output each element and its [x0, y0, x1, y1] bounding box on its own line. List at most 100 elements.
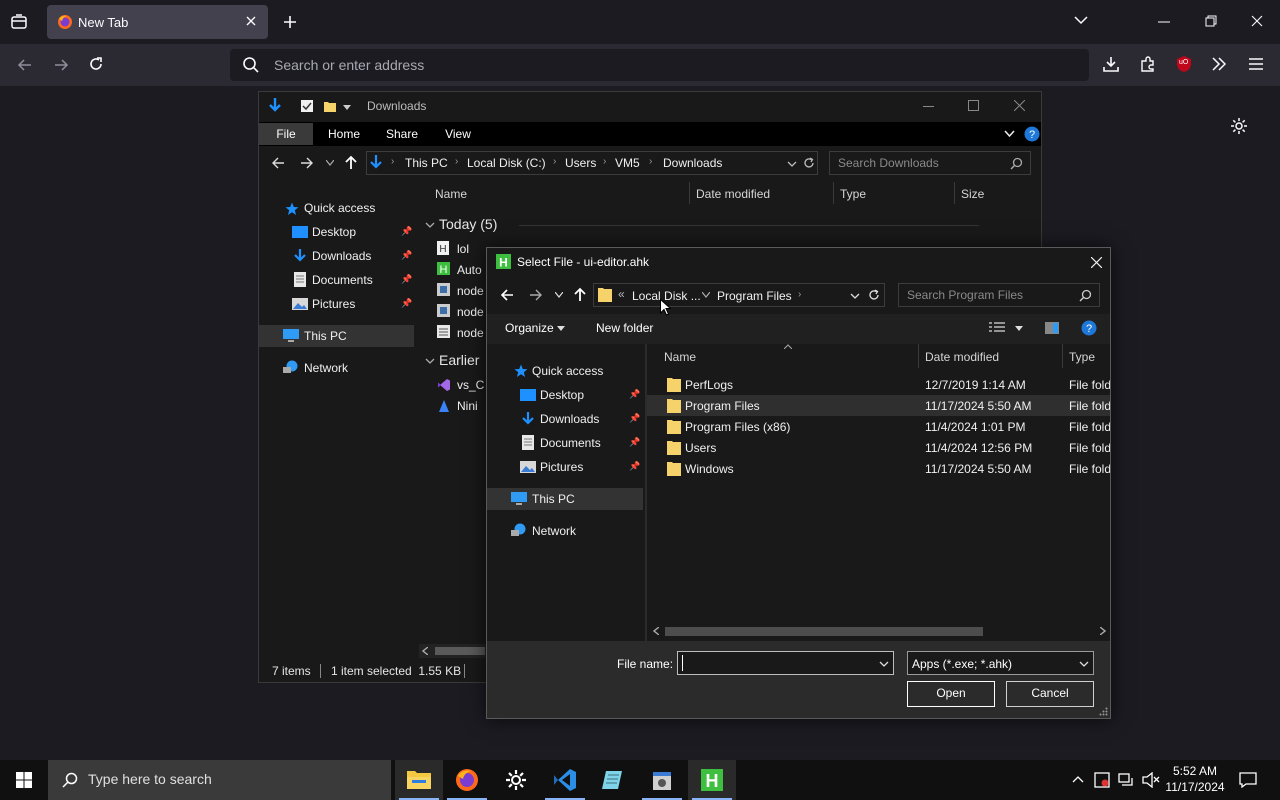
chevron-down-icon[interactable] [1015, 326, 1023, 331]
nav-this-pc[interactable]: This PC [532, 492, 575, 506]
dialog-search-input[interactable] [907, 288, 1067, 302]
breadcrumb-dropdown-icon[interactable] [702, 292, 710, 298]
list-item[interactable]: node [457, 305, 484, 319]
group-earlier[interactable]: Earlier [439, 352, 479, 368]
dialog-search[interactable] [898, 283, 1100, 307]
firefox-app[interactable] [443, 760, 491, 800]
nav-quick-access[interactable]: Quick access [532, 364, 603, 378]
nav-desktop[interactable]: Desktop [312, 225, 356, 239]
close-icon[interactable] [1091, 257, 1102, 268]
ribbon-tab-home[interactable]: Home [319, 123, 369, 145]
column-type[interactable]: Type [840, 187, 866, 201]
list-all-tabs-icon[interactable] [1074, 15, 1088, 25]
refresh-icon[interactable] [868, 289, 880, 301]
forward-icon[interactable] [52, 56, 70, 74]
nav-downloads[interactable]: Downloads [312, 249, 371, 263]
close-icon[interactable] [1014, 100, 1025, 111]
folder-icon[interactable] [323, 99, 337, 113]
chevron-down-icon[interactable] [1079, 661, 1089, 668]
ribbon-tab-view[interactable]: View [433, 123, 483, 145]
taskbar-search[interactable] [48, 760, 391, 800]
tab-list-icon[interactable] [10, 13, 28, 31]
breadcrumb-program-files[interactable]: Program Files [717, 289, 792, 303]
file-type-filter[interactable]: Apps (*.exe; *.ahk) [907, 651, 1094, 675]
new-tab-icon[interactable] [282, 14, 298, 30]
settings-app[interactable] [492, 760, 540, 800]
extensions-icon[interactable] [1139, 55, 1157, 73]
address-history-icon[interactable] [850, 293, 860, 300]
volume-muted-icon[interactable] [1142, 772, 1160, 788]
network-icon[interactable] [1118, 772, 1134, 788]
nav-downloads[interactable]: Downloads [540, 412, 599, 426]
expand-ribbon-icon[interactable] [1004, 130, 1015, 137]
taskbar-clock[interactable]: 5:52 AM 11/17/2024 [1160, 763, 1230, 795]
back-icon[interactable] [16, 56, 34, 74]
scroll-right-icon[interactable] [1100, 627, 1106, 635]
tab-new-tab[interactable]: New Tab [47, 5, 268, 39]
recent-locations-icon[interactable] [326, 160, 334, 166]
up-icon[interactable] [345, 155, 357, 169]
forward-icon[interactable] [529, 288, 543, 302]
nav-pictures[interactable]: Pictures [312, 297, 355, 311]
table-row[interactable]: Program Files 11/17/2024 5:50 AM File fo… [647, 395, 1110, 416]
gear-icon[interactable] [1230, 117, 1248, 135]
explorer-search-input[interactable] [838, 156, 998, 170]
vscode-app[interactable] [541, 760, 589, 800]
ribbon-tab-share[interactable]: Share [377, 123, 427, 145]
url-input[interactable] [274, 56, 1054, 74]
group-today[interactable]: Today (5) [439, 216, 497, 232]
nav-pictures[interactable]: Pictures [540, 460, 583, 474]
organize-button[interactable]: Organize [505, 321, 554, 335]
app-builder-app[interactable] [638, 760, 686, 800]
column-name[interactable]: Name [664, 350, 696, 364]
chevron-down-icon[interactable] [557, 326, 565, 331]
customize-dropdown-icon[interactable] [343, 105, 351, 111]
list-item[interactable]: node [457, 284, 484, 298]
windows-start-icon[interactable] [16, 772, 32, 788]
list-item[interactable]: lol [457, 242, 469, 256]
more-tools-icon[interactable] [1211, 56, 1227, 72]
back-icon[interactable] [271, 156, 285, 170]
reload-icon[interactable] [87, 55, 105, 73]
cancel-button[interactable]: Cancel [1006, 681, 1094, 707]
list-item[interactable]: Auto [457, 263, 482, 277]
preview-pane-icon[interactable] [1045, 322, 1059, 334]
table-row[interactable]: PerfLogs 12/7/2019 1:14 AM File fold [647, 374, 1110, 395]
address-bar[interactable]: › This PC › Local Disk (C:) › Users › VM… [366, 151, 818, 175]
list-item[interactable]: node [457, 326, 484, 340]
forward-icon[interactable] [300, 156, 314, 170]
minimize-icon[interactable] [923, 106, 934, 107]
open-button[interactable]: Open [907, 681, 995, 707]
url-bar[interactable] [230, 49, 1089, 81]
notification-icon[interactable] [1239, 772, 1257, 788]
refresh-icon[interactable] [803, 157, 815, 169]
up-icon[interactable] [574, 287, 586, 301]
nav-desktop[interactable]: Desktop [540, 388, 584, 402]
breadcrumb-users[interactable]: Users [565, 156, 596, 170]
taskbar-search-input[interactable] [88, 771, 378, 787]
close-window-icon[interactable] [1251, 15, 1263, 27]
column-name[interactable]: Name [435, 187, 467, 201]
horizontal-scrollbar[interactable] [419, 644, 489, 658]
horizontal-scrollbar[interactable] [647, 624, 1110, 638]
breadcrumb-overflow[interactable]: « [618, 287, 625, 301]
back-icon[interactable] [500, 288, 514, 302]
nav-documents[interactable]: Documents [540, 436, 601, 450]
scroll-left-icon[interactable] [653, 627, 659, 635]
nav-this-pc[interactable]: This PC [304, 329, 347, 343]
nav-network[interactable]: Network [304, 361, 348, 375]
ribbon-tab-file[interactable]: File [259, 123, 313, 145]
file-name-combo[interactable] [677, 651, 894, 675]
breadcrumb-downloads[interactable]: Downloads [663, 156, 722, 170]
chevron-down-icon[interactable] [879, 661, 889, 668]
new-folder-button[interactable]: New folder [596, 321, 653, 335]
chevron-down-icon[interactable] [425, 358, 435, 365]
scrollbar-thumb[interactable] [665, 627, 983, 636]
table-row[interactable]: Windows 11/17/2024 5:50 AM File fold [647, 458, 1110, 479]
resize-grip-icon[interactable] [1099, 707, 1108, 716]
table-row[interactable]: Program Files (x86) 11/4/2024 1:01 PM Fi… [647, 416, 1110, 437]
downloads-icon[interactable] [1102, 55, 1120, 73]
scroll-left-icon[interactable] [422, 647, 428, 655]
chevron-down-icon[interactable] [425, 222, 435, 229]
column-date-modified[interactable]: Date modified [696, 187, 770, 201]
